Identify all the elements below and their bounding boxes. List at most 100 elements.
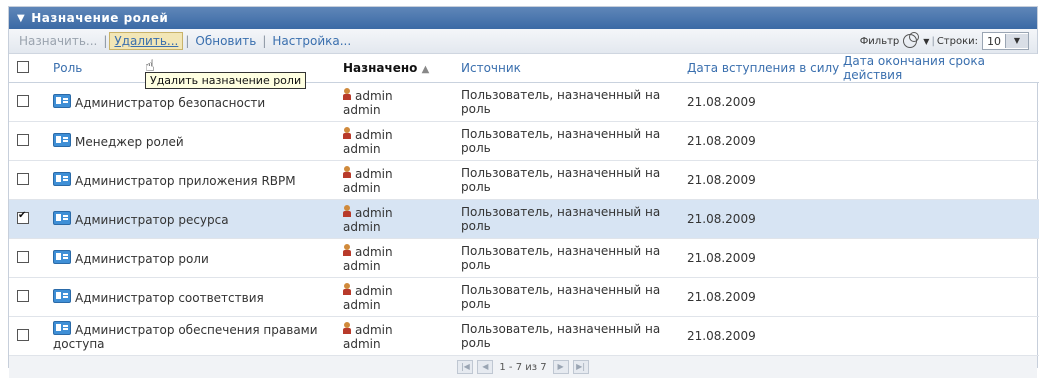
expiration-date-cell: [843, 82, 1039, 122]
row-checkbox[interactable]: [17, 172, 29, 185]
table-row[interactable]: Администратор приложения RBPM admin admin…: [9, 160, 1039, 200]
role-name[interactable]: Администратор ресурса: [75, 213, 229, 227]
role-icon: [53, 211, 71, 225]
header-effective-date[interactable]: Дата вступления в силу: [687, 54, 843, 83]
role-name[interactable]: Менеджер ролей: [75, 135, 184, 149]
row-checkbox-cell: [9, 238, 53, 278]
hand-cursor-icon: ☝: [145, 56, 155, 75]
toolbar-separator: |: [262, 34, 267, 48]
table-body: Администратор безопасности admin admin По…: [9, 82, 1039, 356]
role-icon: [53, 94, 71, 108]
panel-title: Назначение ролей: [31, 11, 169, 25]
header-assigned-label: Назначено: [343, 61, 418, 75]
assigned-user-sub: admin: [343, 336, 381, 351]
assigned-cell: admin admin: [343, 316, 461, 356]
role-name[interactable]: Администратор соответствия: [75, 291, 264, 305]
row-checkbox[interactable]: [17, 210, 29, 224]
refresh-button[interactable]: Обновить: [191, 34, 260, 48]
collapse-triangle-icon[interactable]: ▼: [17, 13, 25, 24]
select-all-checkbox[interactable]: [17, 60, 29, 73]
row-checkbox[interactable]: [17, 328, 29, 341]
row-checkbox-cell: [9, 316, 53, 356]
user-icon: [343, 204, 351, 217]
assigned-user-sub: admin: [343, 180, 381, 195]
table-row[interactable]: Администратор роли admin admin Пользовате…: [9, 238, 1039, 278]
row-checkbox-cell: [9, 160, 53, 200]
assigned-user: admin: [355, 322, 393, 337]
pager-text: 1 - 7 из 7: [499, 361, 547, 373]
role-cell[interactable]: Администратор соответствия: [53, 277, 343, 317]
role-cell[interactable]: Администратор обеспечения правами доступ…: [53, 316, 343, 356]
effective-date-cell: 21.08.2009: [687, 316, 843, 356]
effective-date-cell: 21.08.2009: [687, 199, 843, 239]
delete-tooltip: Удалить назначение роли: [145, 72, 307, 89]
role-name[interactable]: Администратор приложения RBPM: [75, 174, 296, 188]
role-assignments-table: Роль Назначено ▲ Источник Дата вступлени…: [9, 54, 1039, 356]
row-checkbox[interactable]: [17, 94, 29, 107]
row-checkbox-cell: [9, 82, 53, 122]
rows-select[interactable]: 10 ▼: [982, 32, 1029, 50]
header-expiration-date[interactable]: Дата окончания срока действия: [843, 54, 1039, 83]
filter-label[interactable]: Фильтр: [860, 36, 900, 47]
role-icon: [53, 250, 71, 264]
expiration-date-cell: [843, 238, 1039, 278]
role-name[interactable]: Администратор роли: [75, 252, 209, 266]
assigned-user-sub: admin: [343, 141, 381, 156]
delete-button[interactable]: Удалить...: [109, 32, 184, 50]
role-icon: [53, 172, 71, 186]
role-name[interactable]: Администратор обеспечения правами доступ…: [53, 323, 318, 351]
filter-icon[interactable]: [903, 32, 920, 48]
row-checkbox-cell: [9, 121, 53, 161]
rows-label: Строки:: [936, 35, 978, 47]
assign-button[interactable]: Назначить...: [15, 34, 101, 48]
user-icon: [343, 243, 351, 256]
role-cell[interactable]: Менеджер ролей: [53, 121, 343, 161]
assigned-user: admin: [355, 88, 393, 103]
user-icon: [343, 321, 351, 334]
toolbar-separator: |: [103, 34, 108, 48]
sort-ascending-icon: ▲: [421, 64, 430, 75]
source-cell: Пользователь, назначенный на роль: [461, 121, 687, 161]
toolbar-separator: |: [185, 34, 190, 48]
row-checkbox[interactable]: [17, 250, 29, 263]
expiration-date-cell: [843, 121, 1039, 161]
effective-date-cell: 21.08.2009: [687, 238, 843, 278]
role-cell[interactable]: Администратор приложения RBPM: [53, 160, 343, 200]
header-assigned[interactable]: Назначено ▲: [343, 54, 461, 83]
assigned-user-sub: admin: [343, 219, 381, 234]
table-row[interactable]: Администратор соответствия admin admin По…: [9, 277, 1039, 317]
toolbar: Назначить... | Удалить... | Обновить | Н…: [9, 29, 1037, 54]
expiration-date-cell: [843, 316, 1039, 356]
settings-button[interactable]: Настройка...: [268, 34, 355, 48]
source-cell: Пользователь, назначенный на роль: [461, 277, 687, 317]
panel-titlebar[interactable]: ▼ Назначение ролей: [9, 7, 1037, 29]
chevron-down-icon[interactable]: ▼: [1005, 34, 1028, 48]
table-row[interactable]: Администратор ресурса adminadmin Пользов…: [9, 199, 1039, 239]
row-checkbox[interactable]: [17, 289, 29, 302]
row-checkbox-cell: [9, 277, 53, 317]
table-row[interactable]: Менеджер ролей admin admin Пользователь, …: [9, 121, 1039, 161]
role-icon: [53, 133, 71, 147]
role-assignments-panel: ▼ Назначение ролей Назначить... | Удалит…: [8, 6, 1039, 378]
source-cell: Пользователь, назначенный на роль: [461, 199, 687, 239]
assigned-user-sub: admin: [343, 102, 381, 117]
assigned-cell: admin admin: [343, 199, 461, 239]
assigned-user-sub: admin: [343, 297, 381, 312]
row-checkbox[interactable]: [17, 133, 29, 146]
source-cell: Пользователь, назначенный на роль: [461, 238, 687, 278]
pager: |◀ ◀ 1 - 7 из 7 ▶ ▶|: [9, 356, 1037, 378]
role-cell[interactable]: Администратор роли: [53, 238, 343, 278]
assigned-cell: admin admin: [343, 238, 461, 278]
expiration-date-cell: [843, 199, 1039, 239]
assigned-cell: admin admin: [343, 160, 461, 200]
role-cell[interactable]: Администратор ресурса: [53, 199, 343, 239]
header-source[interactable]: Источник: [461, 54, 687, 83]
role-icon: [53, 289, 71, 303]
rows-select-value: 10: [987, 34, 1001, 48]
role-name[interactable]: Администратор безопасности: [75, 96, 265, 110]
role-icon: [53, 321, 71, 335]
table-row[interactable]: Администратор обеспечения правами доступ…: [9, 316, 1039, 356]
user-icon: [343, 165, 351, 178]
select-all-header: [9, 54, 53, 83]
assigned-user: admin: [355, 127, 393, 142]
